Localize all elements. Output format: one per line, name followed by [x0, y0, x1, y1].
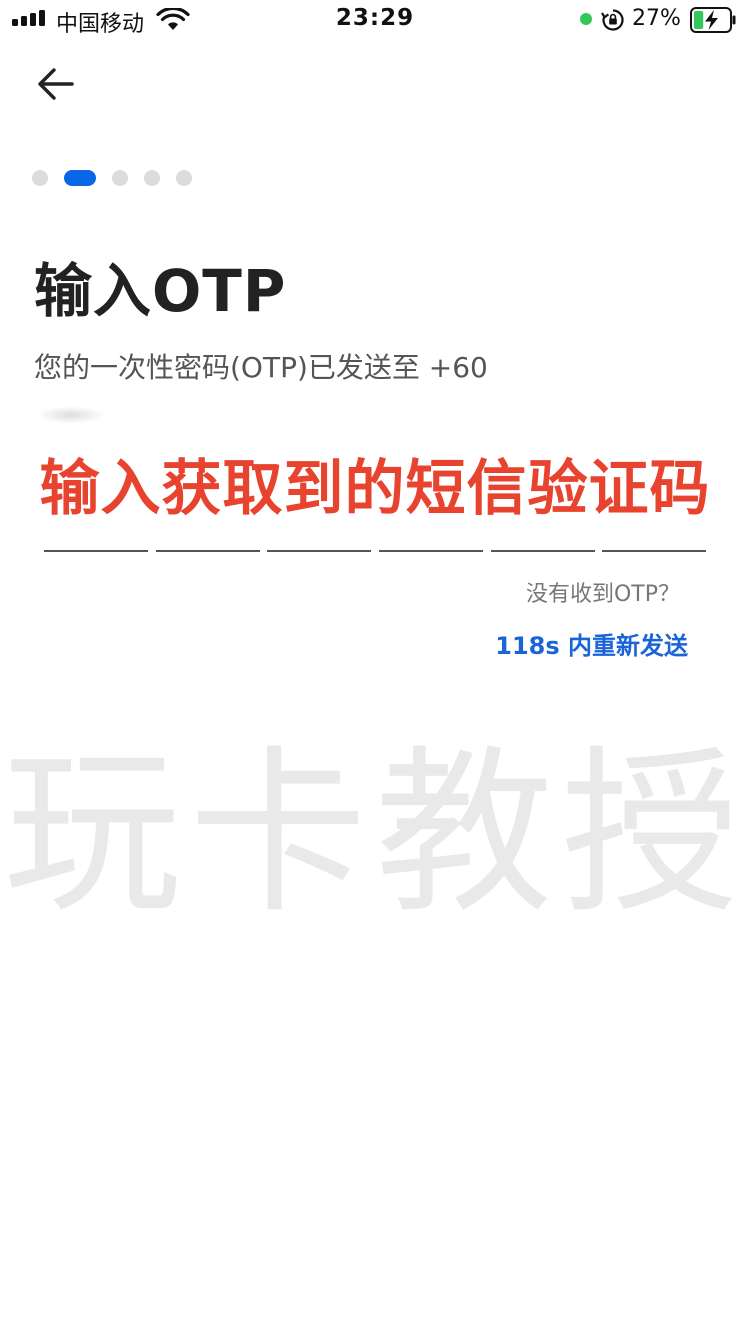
otp-digit-3[interactable] — [267, 520, 371, 552]
step-dot — [144, 170, 160, 186]
otp-sent-message: 您的一次性密码(OTP)已发送至 +60 — [34, 351, 488, 384]
resend-countdown-link[interactable]: 118s 内重新发送 — [495, 626, 688, 661]
battery-percent: 27% — [632, 6, 681, 31]
step-dot — [176, 170, 192, 186]
watermark: 玩卡教授 — [3, 730, 747, 937]
otp-digit-6[interactable] — [602, 520, 706, 552]
otp-input-group — [44, 520, 706, 552]
rotation-lock-icon — [601, 9, 624, 31]
privacy-indicator-icon — [580, 13, 592, 25]
back-button[interactable] — [34, 64, 78, 104]
arrow-left-icon — [38, 68, 74, 100]
otp-digit-1[interactable] — [44, 520, 148, 552]
step-dot — [32, 170, 48, 186]
page-title: 输入OTP — [34, 257, 287, 325]
redacted-phone-number — [36, 406, 106, 424]
status-bar: 中国移动 23:29 27% — [0, 0, 750, 40]
step-dot-active — [64, 170, 96, 186]
instruction-annotation: 输入获取到的短信验证码 — [39, 454, 711, 524]
otp-digit-2[interactable] — [156, 520, 260, 552]
otp-digit-5[interactable] — [491, 520, 595, 552]
step-dot — [112, 170, 128, 186]
no-otp-label: 没有收到OTP？ — [525, 582, 680, 607]
battery-charging-icon — [690, 7, 736, 33]
otp-digit-4[interactable] — [379, 520, 483, 552]
